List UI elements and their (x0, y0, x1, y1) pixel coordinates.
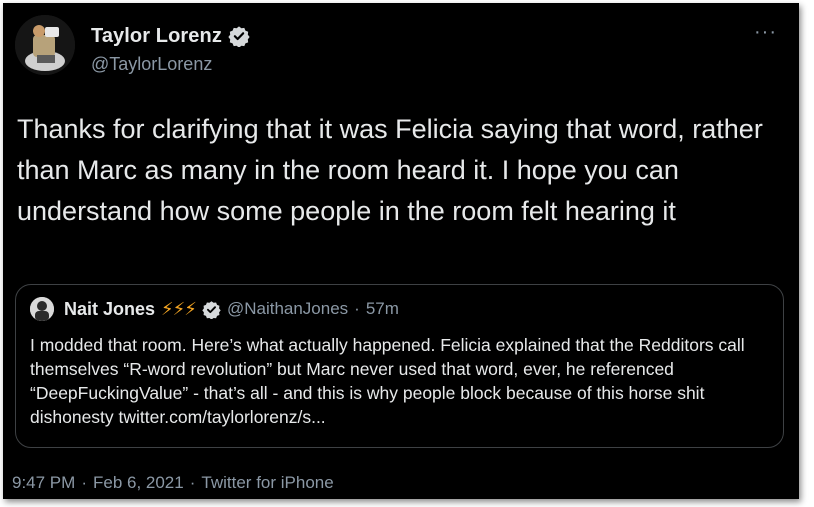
avatar-image (15, 15, 75, 75)
author-avatar[interactable] (15, 15, 75, 75)
separator-dot: · (81, 473, 87, 492)
tweet-card: Taylor Lorenz @TaylorLorenz ··· Thanks f… (3, 3, 799, 499)
separator-dot: · (354, 299, 360, 318)
quoted-tweet[interactable]: Nait Jones ⚡⚡⚡ @NaithanJones · 57m I mod… (15, 284, 784, 448)
quoted-tweet-header: Nait Jones ⚡⚡⚡ @NaithanJones · 57m (30, 295, 399, 323)
separator-dot: · (189, 473, 196, 492)
tweet-metadata: 9:47 PM · Feb 6, 2021 · Twitter for iPho… (12, 473, 334, 493)
tweet-date[interactable]: Feb 6, 2021 (93, 473, 184, 493)
quoted-tweet-text: I modded that room. Here’s what actually… (30, 335, 745, 427)
lightning-emoji-icon: ⚡⚡⚡ (161, 298, 197, 320)
more-options-icon[interactable]: ··· (754, 21, 777, 44)
quoted-author-avatar (30, 297, 54, 321)
quoted-display-name: Nait Jones (64, 298, 156, 319)
verified-badge-icon (202, 300, 221, 320)
author-display-name[interactable]: Taylor Lorenz (91, 25, 222, 48)
tweet-source[interactable]: Twitter for iPhone (201, 473, 333, 493)
author-handle[interactable]: @TaylorLorenz (91, 54, 250, 75)
tweet-text: Thanks for clarifying that it was Felici… (17, 114, 763, 226)
tweet-time[interactable]: 9:47 PM (12, 473, 75, 493)
verified-badge-icon (228, 25, 250, 48)
quoted-timestamp: 57m (365, 299, 399, 318)
quoted-handle: @NaithanJones (226, 299, 349, 318)
author-info: Taylor Lorenz @TaylorLorenz (91, 23, 250, 75)
